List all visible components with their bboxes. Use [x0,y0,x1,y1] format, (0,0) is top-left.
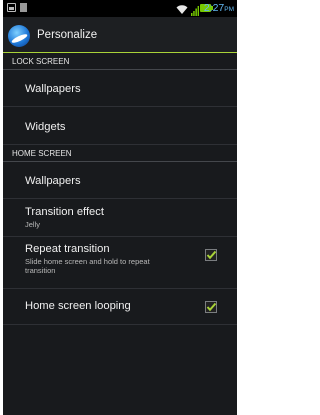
list-item-home-screen-looping[interactable]: Home screen looping [3,289,237,325]
clock: 2:27PM [204,2,234,14]
screen: 2:27PM Personalize LOCK SCREEN Wallpaper… [3,0,237,415]
item-title: Repeat transition [25,243,110,255]
section-header-home-screen: HOME SCREEN [3,145,237,162]
clock-ampm: PM [224,6,234,13]
item-title: Widgets [25,121,66,133]
list-item-home-wallpapers[interactable]: Wallpapers [3,162,237,199]
status-bar: 2:27PM [3,0,237,17]
item-title: Wallpapers [25,175,81,187]
picture-icon [7,3,16,12]
item-title: Home screen looping [25,300,131,312]
item-title: Wallpapers [25,83,81,95]
clock-time: 2:27 [203,2,225,14]
settings-list: LOCK SCREEN Wallpapers Widgets HOME SCRE… [3,53,237,325]
personalize-app-icon[interactable] [8,25,30,47]
item-summary: Slide home screen and hold to repeat tra… [25,257,150,275]
action-bar: Personalize [3,17,237,53]
item-summary: Jelly [25,220,41,229]
section-header-lock-screen: LOCK SCREEN [3,53,237,70]
repeat-transition-checkbox[interactable] [205,249,217,261]
item-title: Transition effect [25,206,104,218]
document-icon [20,3,27,12]
home-screen-looping-checkbox[interactable] [205,301,217,313]
list-item-lock-wallpapers[interactable]: Wallpapers [3,70,237,107]
list-item-repeat-transition[interactable]: Repeat transition Slide home screen and … [3,237,237,289]
page-title: Personalize [37,29,98,41]
list-item-widgets[interactable]: Widgets [3,107,237,145]
list-item-transition-effect[interactable]: Transition effect Jelly [3,199,237,237]
